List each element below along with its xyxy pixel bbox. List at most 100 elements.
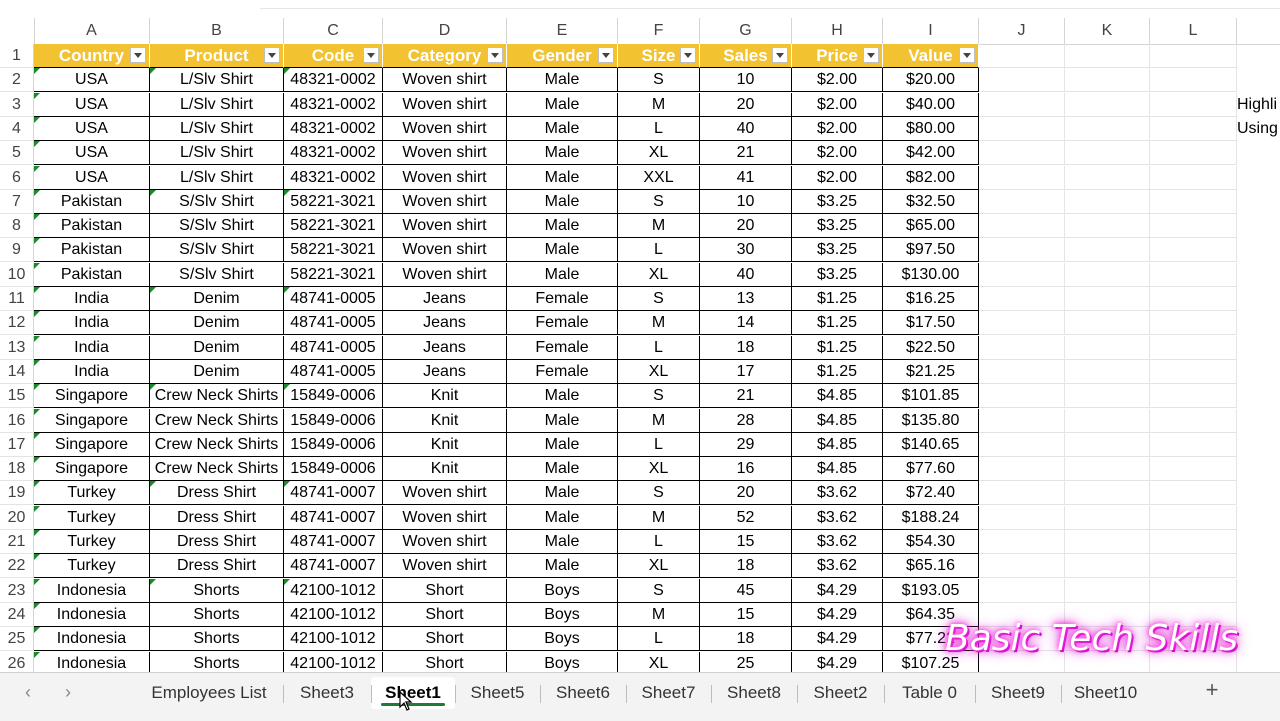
empty-cell[interactable]: [1150, 311, 1237, 336]
table-cell[interactable]: 18: [700, 554, 792, 579]
table-cell[interactable]: Turkey: [34, 554, 150, 579]
table-cell[interactable]: Knit: [383, 432, 507, 457]
tab-sheet6[interactable]: Sheet6: [540, 677, 626, 709]
table-cell[interactable]: 20: [700, 92, 792, 117]
table-cell[interactable]: 48321-0002: [284, 116, 383, 141]
empty-cell[interactable]: [979, 141, 1065, 166]
table-cell[interactable]: Male: [507, 238, 618, 263]
row-number[interactable]: 25: [0, 627, 34, 652]
row-number[interactable]: 8: [0, 214, 34, 239]
table-cell[interactable]: L/Slv Shirt: [150, 92, 284, 117]
empty-cell[interactable]: [1065, 505, 1150, 530]
empty-cell[interactable]: [1065, 262, 1150, 287]
table-cell[interactable]: Short: [383, 578, 507, 603]
table-cell[interactable]: L: [618, 116, 700, 141]
table-cell[interactable]: 29: [700, 432, 792, 457]
table-cell[interactable]: Woven shirt: [383, 214, 507, 239]
filter-dropdown-icon[interactable]: [598, 47, 614, 63]
table-cell[interactable]: $3.62: [792, 530, 883, 554]
header-cell-product[interactable]: Product: [150, 44, 284, 68]
empty-cell[interactable]: [979, 554, 1065, 579]
table-cell[interactable]: $54.30: [883, 530, 979, 554]
table-cell[interactable]: Turkey: [34, 481, 150, 506]
filter-dropdown-icon[interactable]: [772, 47, 788, 63]
table-cell[interactable]: 10: [700, 68, 792, 93]
row-number[interactable]: 4: [0, 116, 34, 141]
table-cell[interactable]: 52: [700, 505, 792, 530]
table-cell[interactable]: $77.60: [883, 457, 979, 482]
table-cell[interactable]: 18: [700, 335, 792, 360]
header-cell-country[interactable]: Country: [34, 44, 150, 68]
empty-cell[interactable]: [1065, 68, 1150, 93]
table-cell[interactable]: 15: [700, 530, 792, 554]
table-cell[interactable]: $3.25: [792, 238, 883, 263]
table-cell[interactable]: Dress Shirt: [150, 554, 284, 579]
empty-cell[interactable]: [1065, 44, 1150, 68]
empty-cell[interactable]: [1065, 189, 1150, 214]
table-cell[interactable]: Jeans: [383, 311, 507, 336]
tab-table-0[interactable]: Table 0: [884, 677, 975, 709]
table-cell[interactable]: $72.40: [883, 481, 979, 506]
empty-cell[interactable]: [1065, 287, 1150, 311]
table-cell[interactable]: Male: [507, 116, 618, 141]
header-cell-gender[interactable]: Gender: [507, 44, 618, 68]
table-cell[interactable]: S: [618, 578, 700, 603]
table-cell[interactable]: Pakistan: [34, 189, 150, 214]
table-cell[interactable]: 40: [700, 262, 792, 287]
empty-cell[interactable]: [979, 189, 1065, 214]
table-cell[interactable]: Male: [507, 432, 618, 457]
table-cell[interactable]: Singapore: [34, 384, 150, 409]
empty-cell[interactable]: [979, 262, 1065, 287]
select-all-corner[interactable]: [0, 18, 35, 44]
row-number[interactable]: 24: [0, 602, 34, 627]
row-number[interactable]: 5: [0, 141, 34, 166]
table-cell[interactable]: $20.00: [883, 68, 979, 93]
filter-dropdown-icon[interactable]: [863, 47, 879, 63]
empty-cell[interactable]: [979, 359, 1065, 384]
filter-dropdown-icon[interactable]: [363, 47, 379, 63]
empty-cell[interactable]: [1150, 189, 1237, 214]
table-cell[interactable]: Male: [507, 384, 618, 409]
table-cell[interactable]: 48741-0005: [284, 311, 383, 336]
table-cell[interactable]: Female: [507, 335, 618, 360]
table-cell[interactable]: Woven shirt: [383, 68, 507, 93]
empty-cell[interactable]: [979, 287, 1065, 311]
empty-cell[interactable]: [979, 481, 1065, 506]
table-cell[interactable]: L: [618, 530, 700, 554]
empty-cell[interactable]: [1065, 116, 1150, 141]
empty-cell[interactable]: [979, 530, 1065, 554]
row-number[interactable]: 1: [0, 44, 34, 68]
row-number[interactable]: 11: [0, 287, 34, 311]
table-cell[interactable]: Male: [507, 92, 618, 117]
table-cell[interactable]: $188.24: [883, 505, 979, 530]
table-cell[interactable]: 48741-0007: [284, 554, 383, 579]
table-cell[interactable]: L: [618, 432, 700, 457]
table-cell[interactable]: S/Slv Shirt: [150, 189, 284, 214]
table-cell[interactable]: Male: [507, 262, 618, 287]
row-number[interactable]: 19: [0, 481, 34, 506]
table-cell[interactable]: Jeans: [383, 359, 507, 384]
empty-cell[interactable]: [1065, 335, 1150, 360]
empty-cell[interactable]: [1150, 44, 1237, 68]
table-cell[interactable]: Woven shirt: [383, 116, 507, 141]
table-cell[interactable]: Shorts: [150, 627, 284, 652]
row-number[interactable]: 7: [0, 189, 34, 214]
column-header-a[interactable]: A: [34, 18, 150, 44]
empty-cell[interactable]: [1150, 384, 1237, 409]
table-cell[interactable]: Male: [507, 481, 618, 506]
table-cell[interactable]: 15849-0006: [284, 408, 383, 433]
empty-cell[interactable]: [1150, 335, 1237, 360]
table-cell[interactable]: S/Slv Shirt: [150, 214, 284, 239]
table-cell[interactable]: L/Slv Shirt: [150, 165, 284, 190]
header-cell-sales[interactable]: Sales: [700, 44, 792, 68]
empty-cell[interactable]: [1150, 116, 1237, 141]
table-cell[interactable]: Woven shirt: [383, 141, 507, 166]
table-cell[interactable]: Pakistan: [34, 238, 150, 263]
table-cell[interactable]: Woven shirt: [383, 262, 507, 287]
column-header-d[interactable]: D: [383, 18, 507, 44]
table-cell[interactable]: 58221-3021: [284, 262, 383, 287]
table-cell[interactable]: 14: [700, 311, 792, 336]
table-cell[interactable]: $140.65: [883, 432, 979, 457]
empty-cell[interactable]: [1150, 287, 1237, 311]
table-cell[interactable]: $193.05: [883, 578, 979, 603]
